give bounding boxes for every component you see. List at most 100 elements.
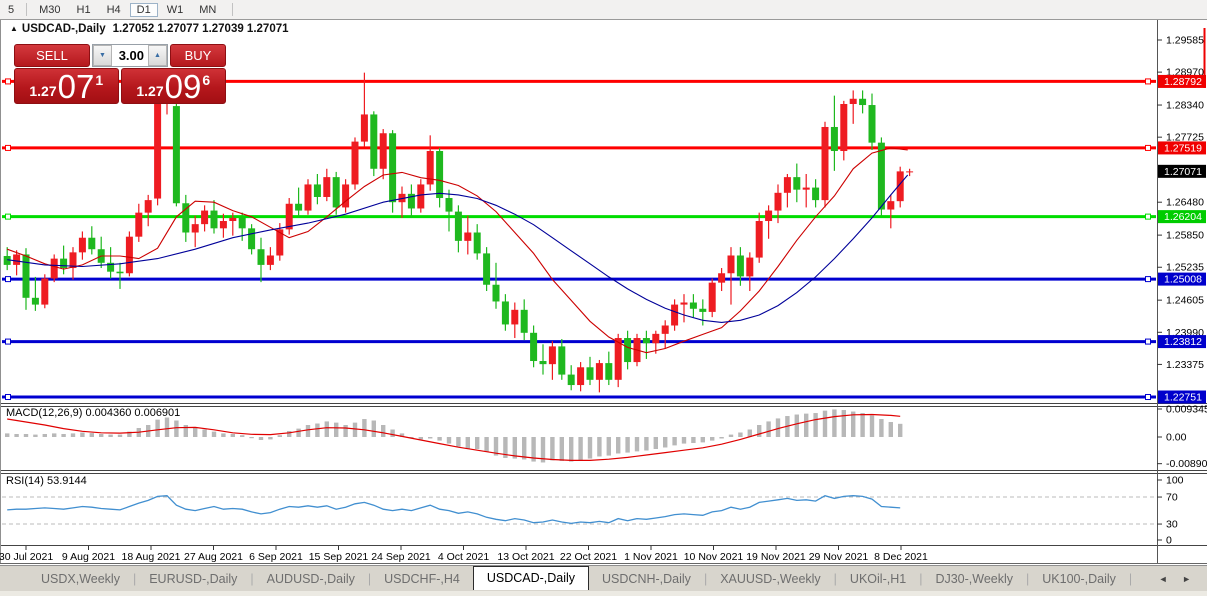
symbol-tab-usdx-weekly[interactable]: USDX,Weekly (28, 569, 133, 589)
timeframe-button-h4[interactable]: H4 (100, 3, 128, 17)
macd-tick-label: -0.008902 (1166, 458, 1207, 470)
timeframe-button-d1[interactable]: D1 (129, 2, 158, 17)
candle-body (652, 333, 660, 344)
symbol-tab-dj30--weekly[interactable]: DJ30-,Weekly (922, 569, 1026, 589)
macd-histogram-bar (324, 421, 329, 437)
candle-body (736, 255, 744, 277)
macd-histogram-bar (616, 437, 621, 454)
symbol-tab-eurusd--daily[interactable]: EURUSD-,Daily (136, 569, 250, 589)
timeframe-button-mn[interactable]: MN (192, 3, 223, 17)
macd-histogram-bar (888, 422, 893, 437)
symbol-tab-bar: USDX,Weekly | EURUSD-,Daily | AUDUSD-,Daily |… (0, 565, 1207, 592)
volume-increase-icon[interactable]: ▲ (148, 45, 167, 66)
macd-histogram-bar (569, 437, 574, 462)
candle-body (680, 302, 688, 305)
rsi-tick-label: 70 (1166, 492, 1178, 504)
macd-histogram-bar (597, 437, 602, 457)
candle-body (718, 273, 726, 283)
macd-histogram-bar (663, 437, 668, 448)
candle-body (539, 361, 547, 365)
symbol-tab-usdcnh--daily[interactable]: USDCNH-,Daily (589, 569, 704, 589)
date-tick-label: 15 Sep 2021 (309, 551, 369, 563)
tab-scroll-arrows-icon[interactable]: ◄ ► (1159, 574, 1197, 584)
price-badge-label: 1.27071 (1164, 166, 1202, 178)
date-tick-label: 9 Aug 2021 (62, 551, 115, 563)
macd-histogram-bar (343, 425, 348, 437)
symbol-tab-ukoil--h1[interactable]: UKOil-,H1 (837, 569, 919, 589)
timeframe-toolbar: 5 M30 H1 H4 D1 W1 MN (0, 0, 1207, 20)
macd-histogram-bar (738, 432, 743, 437)
price-tick-label: 1.26480 (1166, 197, 1204, 209)
macd-histogram-bar (211, 431, 217, 437)
toolbar-separator (26, 3, 28, 16)
macd-histogram-bar (832, 409, 837, 437)
candle-body (586, 367, 594, 380)
price-badge-label: 1.23812 (1164, 336, 1202, 348)
candle-wick (909, 168, 911, 177)
rsi-indicator-label: RSI(14) 53.9144 (6, 475, 87, 487)
timeframe-button-h1[interactable]: H1 (70, 3, 98, 17)
candle-body (567, 374, 575, 386)
macd-histogram-bar (691, 437, 696, 443)
macd-histogram-bar (672, 437, 677, 446)
macd-histogram-bar (230, 434, 235, 437)
candle-wick (852, 90, 854, 124)
date-tick-label: 4 Oct 2021 (438, 551, 490, 563)
candle-wick (768, 205, 770, 239)
candle-wick (805, 173, 807, 208)
macd-histogram-bar (296, 428, 301, 437)
candle-body (78, 237, 86, 253)
candle-body (520, 309, 528, 333)
macd-histogram-bar (305, 425, 311, 437)
timeframe-button-w1[interactable]: W1 (160, 3, 191, 17)
candle-body (473, 232, 481, 254)
date-tick-label: 6 Sep 2021 (249, 551, 303, 563)
candle-body (191, 224, 199, 233)
symbol-tab-xauusd--weekly[interactable]: XAUUSD-,Weekly (707, 569, 833, 589)
candle-body (379, 133, 387, 169)
candle-wick (664, 320, 666, 349)
macd-histogram-bar (183, 425, 188, 437)
ask-pipette: 6 (202, 72, 211, 88)
macd-histogram-bar (794, 414, 799, 437)
candle-body (840, 103, 848, 152)
price-tick-label: 1.25235 (1166, 262, 1204, 274)
timeframe-button-m30[interactable]: M30 (32, 3, 67, 17)
bid-price-button[interactable]: 1.27 07 1 (14, 68, 119, 104)
candle-body (605, 363, 613, 380)
candle-body (492, 284, 500, 302)
macd-histogram-bar (23, 434, 29, 437)
macd-histogram-bar (700, 437, 705, 443)
macd-histogram-bar (268, 437, 273, 440)
date-tick-label: 29 Nov 2021 (809, 551, 869, 563)
symbol-tab-usdchf--h4[interactable]: USDCHF-,H4 (371, 569, 473, 589)
candle-body (295, 203, 303, 211)
candle-body (821, 126, 829, 201)
candle-wick (683, 294, 685, 323)
sell-button[interactable]: SELL (14, 44, 90, 67)
macd-histogram-bar (710, 437, 715, 441)
symbol-tab-audusd--daily[interactable]: AUDUSD-,Daily (254, 569, 368, 589)
volume-input[interactable]: 3.00 (112, 45, 148, 66)
macd-histogram-bar (390, 429, 395, 437)
candle-body (802, 187, 810, 190)
volume-decrease-icon[interactable]: ▼ (93, 45, 112, 66)
buy-button[interactable]: BUY (170, 44, 226, 67)
symbol-tab-uk100--daily[interactable]: UK100-,Daily (1029, 569, 1129, 589)
macd-histogram-bar (653, 437, 658, 449)
macd-histogram-bar (437, 437, 442, 441)
candle-body (360, 114, 368, 142)
timeframe-button-5[interactable]: 5 (1, 3, 21, 17)
price-badge-label: 1.22751 (1164, 392, 1202, 404)
collapse-panel-icon[interactable]: ▲ (10, 24, 18, 33)
candle-body (774, 192, 782, 211)
macd-histogram-bar (898, 423, 903, 437)
macd-histogram-bar (287, 431, 292, 437)
bid-big-digits: 07 (57, 67, 95, 105)
rsi-tick-label: 0 (1166, 535, 1172, 547)
candle-body (304, 184, 312, 211)
date-tick-label: 13 Oct 2021 (497, 551, 554, 563)
macd-histogram-bar (813, 413, 818, 437)
symbol-tab-usdcad--daily[interactable]: USDCAD-,Daily (472, 565, 590, 590)
ask-price-button[interactable]: 1.27 09 6 (120, 68, 226, 104)
